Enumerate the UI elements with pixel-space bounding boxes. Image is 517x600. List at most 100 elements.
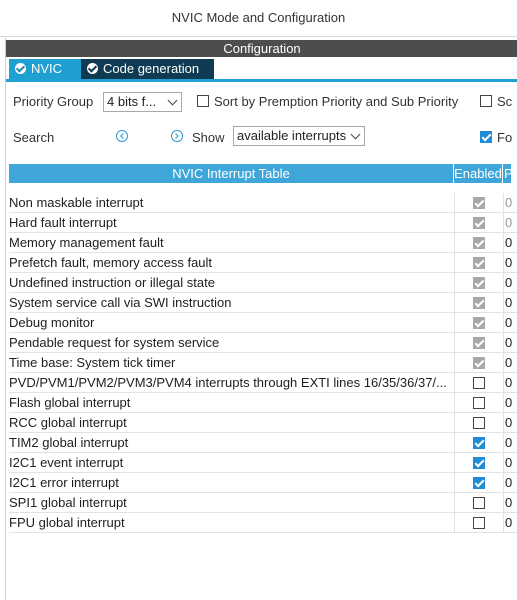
priority-cell[interactable]: 0 [503,193,517,212]
table-row[interactable]: Flash global interrupt 0 [9,393,517,413]
show-filter-value: available interrupts [237,128,347,143]
priority-cell[interactable]: 0 [503,393,517,412]
enabled-cell [454,493,503,512]
priority-cell[interactable]: 0 [503,433,517,452]
enabled-checkbox[interactable] [473,497,485,509]
enabled-cell [454,373,503,392]
priority-cell[interactable]: 0 [503,513,517,532]
table-row[interactable]: Memory management fault 0 [9,233,517,253]
chevron-down-icon [350,129,361,140]
chevron-down-icon [167,95,178,106]
interrupt-name: System service call via SWI instruction [9,295,232,310]
priority-cell[interactable]: 0 [503,413,517,432]
table-row[interactable]: I2C1 error interrupt 0 [9,473,517,493]
priority-cell[interactable]: 0 [503,493,517,512]
table-row[interactable]: Undefined instruction or illegal state 0 [9,273,517,293]
priority-group-dropdown[interactable]: 4 bits f... [103,92,182,112]
tab-nvic[interactable]: NVIC [9,59,81,79]
table-row[interactable]: Non maskable interrupt 0 [9,193,517,213]
interrupt-table-body: Non maskable interrupt 0 Hard fault interr… [9,193,517,533]
table-row[interactable]: FPU global interrupt 0 [9,513,517,533]
priority-cell[interactable]: 0 [503,473,517,492]
interrupt-name: I2C1 event interrupt [9,455,124,470]
interrupt-name: Prefetch fault, memory access fault [9,255,213,270]
priority-cell[interactable]: 0 [503,233,517,252]
enabled-cell [454,393,503,412]
show-label: Show [192,130,225,145]
table-row[interactable]: RCC global interrupt 0 [9,413,517,433]
tab-code-generation[interactable]: Code generation [81,59,214,79]
search-previous-icon[interactable] [116,130,128,142]
priority-cell[interactable]: 0 [503,353,517,372]
enabled-cell [454,233,503,252]
enabled-checkbox [473,297,485,309]
enabled-checkbox[interactable] [473,517,485,529]
priority-cell[interactable]: 0 [503,333,517,352]
priority-cell[interactable]: 0 [503,213,517,232]
priority-cell[interactable]: 0 [503,453,517,472]
enabled-cell [454,473,503,492]
priority-cell[interactable]: 0 [503,253,517,272]
tab-code-generation-label: Code generation [103,61,200,76]
enabled-cell [454,433,503,452]
table-row[interactable]: Pendable request for system service 0 [9,333,517,353]
enabled-checkbox[interactable] [473,377,485,389]
priority-cell[interactable]: 0 [503,313,517,332]
interrupt-name: Hard fault interrupt [9,215,117,230]
enabled-cell [454,353,503,372]
enabled-checkbox[interactable] [473,457,485,469]
enabled-cell [454,253,503,272]
enabled-checkbox [473,197,485,209]
interrupt-name: Time base: System tick timer [9,355,176,370]
interrupt-name: Undefined instruction or illegal state [9,275,215,290]
search-next-icon[interactable] [171,130,183,142]
table-row[interactable]: Debug monitor 0 [9,313,517,333]
interrupt-name: Non maskable interrupt [9,195,144,210]
tab-underline [6,79,517,82]
fo-checkbox[interactable] [480,131,492,143]
table-row[interactable]: TIM2 global interrupt 0 [9,433,517,453]
interrupt-name: Memory management fault [9,235,164,250]
enabled-cell [454,213,503,232]
table-row[interactable]: System service call via SWI instruction 0 [9,293,517,313]
extra-option-checkbox[interactable] [480,95,492,107]
sort-priority-label: Sort by Premption Priority and Sub Prior… [214,94,459,109]
enabled-cell [454,193,503,212]
column-header-priority[interactable]: P [503,164,511,183]
table-row[interactable]: SPI1 global interrupt 0 [9,493,517,513]
enabled-cell [454,293,503,312]
configuration-panel: Configuration NVIC Code generation Prior… [5,38,517,600]
interrupt-name: Flash global interrupt [9,395,131,410]
enabled-cell [454,453,503,472]
priority-cell[interactable]: 0 [503,293,517,312]
priority-cell[interactable]: 0 [503,273,517,292]
enabled-checkbox[interactable] [473,437,485,449]
sort-priority-checkbox[interactable] [197,95,209,107]
table-row[interactable]: I2C1 event interrupt 0 [9,453,517,473]
enabled-checkbox[interactable] [473,417,485,429]
enabled-checkbox [473,257,485,269]
enabled-checkbox [473,317,485,329]
column-header-enabled[interactable]: Enabled [454,164,502,183]
enabled-cell [454,413,503,432]
enabled-cell [454,313,503,332]
table-row[interactable]: Hard fault interrupt 0 [9,213,517,233]
interrupt-name: SPI1 global interrupt [9,495,127,510]
interrupt-name: TIM2 global interrupt [9,435,129,450]
enabled-checkbox[interactable] [473,397,485,409]
table-row[interactable]: Prefetch fault, memory access fault 0 [9,253,517,273]
tab-bar: NVIC Code generation [6,57,517,82]
priority-cell[interactable]: 0 [503,373,517,392]
enabled-checkbox [473,337,485,349]
show-filter-dropdown[interactable]: available interrupts [233,126,365,146]
search-label: Search [13,130,55,145]
column-header-interrupt-table[interactable]: NVIC Interrupt Table [9,164,453,183]
priority-group-value: 4 bits f... [107,94,157,109]
enabled-checkbox[interactable] [473,477,485,489]
configuration-header: Configuration [6,40,517,57]
table-row[interactable]: PVD/PVM1/PVM2/PVM3/PVM4 interrupts throu… [9,373,517,393]
table-row[interactable]: Time base: System tick timer 0 [9,353,517,373]
enabled-checkbox [473,277,485,289]
enabled-cell [454,273,503,292]
interrupt-name: I2C1 error interrupt [9,475,119,490]
